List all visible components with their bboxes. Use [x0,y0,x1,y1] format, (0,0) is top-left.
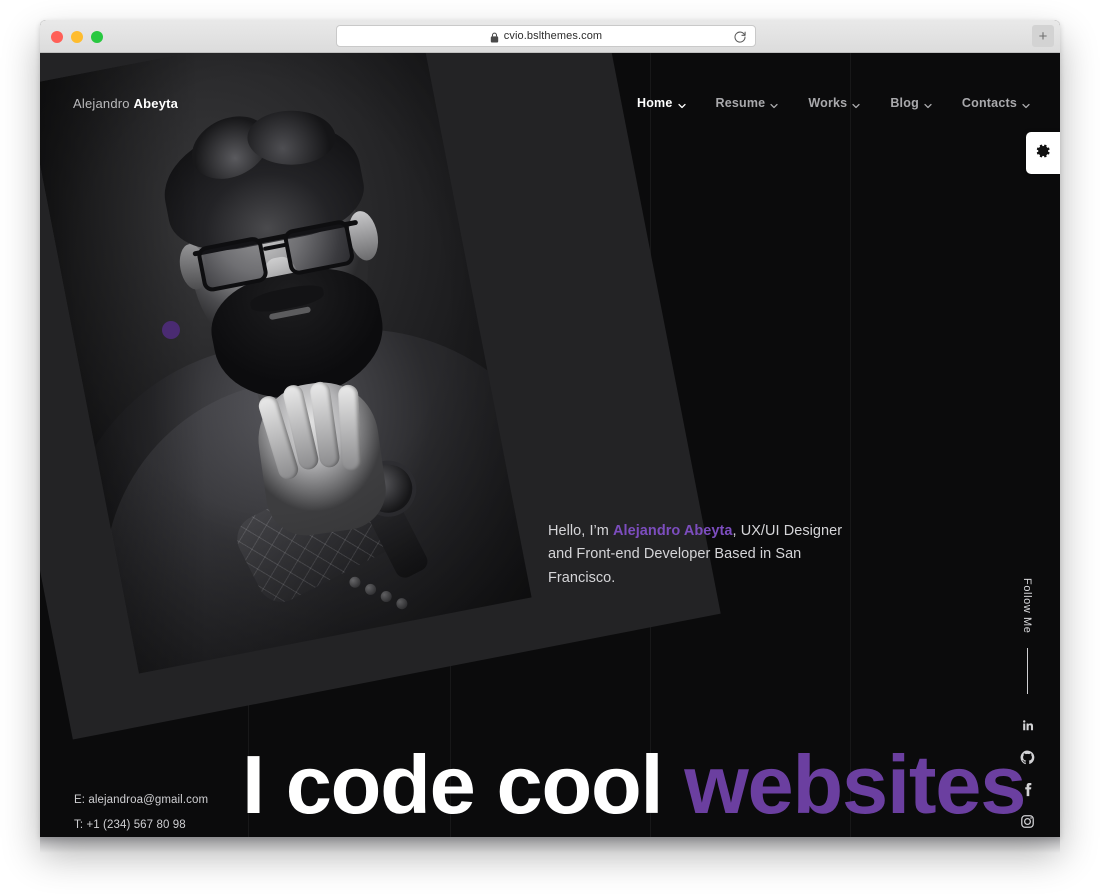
logo-first-name: Alejandro [73,95,130,111]
page-viewport: Alejandro Abeyta Home Resume Works Blog … [40,53,1060,837]
nav-label: Works [808,96,848,110]
reload-icon[interactable] [733,30,747,44]
window-traffic-lights [51,31,103,43]
follow-me-divider [1026,647,1028,694]
gear-icon [1035,143,1051,164]
follow-me-rail: Follow Me [1012,578,1042,830]
browser-titlebar: cvio.bslthemes.com + [40,20,1060,53]
github-icon[interactable] [1019,750,1035,766]
nav-item-blog[interactable]: Blog [890,96,932,110]
window-drop-shadow [40,837,1060,853]
contact-email[interactable]: E: alejandroa@gmail.com [74,794,208,807]
hero-headline: I code cool websites [242,743,1026,826]
headline-plain: I code cool [242,738,685,831]
facebook-icon[interactable] [1019,782,1035,798]
minimize-window-button[interactable] [71,31,83,43]
lock-icon [490,32,499,43]
close-window-button[interactable] [51,31,63,43]
contact-phone[interactable]: T: +1 (234) 567 80 98 [74,819,208,832]
intro-prefix: Hello, I’m [548,523,614,539]
site-logo[interactable]: Alejandro Abeyta [73,96,178,111]
address-bar[interactable]: cvio.bslthemes.com [336,25,756,47]
contact-info: E: alejandroa@gmail.com T: +1 (234) 567 … [74,794,208,837]
chevron-down-icon [677,99,686,109]
chevron-down-icon [770,99,778,109]
linkedin-icon[interactable] [1019,718,1035,734]
main-navigation: Home Resume Works Blog Contacts [637,96,1030,110]
nav-label: Blog [890,96,919,110]
nav-label: Resume [715,96,766,110]
new-tab-label: + [1038,27,1048,45]
instagram-icon[interactable] [1019,814,1035,830]
hero-intro-text: Hello, I’m Alejandro Abeyta, UX/UI Desig… [548,520,868,590]
headline-accent: websites [684,738,1026,831]
intro-name-highlight: Alejandro Abeyta [613,523,733,539]
chevron-down-icon [1022,99,1030,109]
follow-me-label: Follow Me [1021,578,1033,634]
nav-item-resume[interactable]: Resume [716,96,779,110]
nav-label: Contacts [961,96,1017,110]
background-grid-line [850,53,851,837]
chevron-down-icon [852,99,860,109]
nav-label: Home [636,96,673,110]
settings-button[interactable] [1026,132,1060,174]
maximize-window-button[interactable] [91,31,103,43]
browser-window: cvio.bslthemes.com + Alejandro Abeyta Ho… [40,20,1060,837]
site-header: Alejandro Abeyta Home Resume Works Blog … [40,53,1060,153]
new-tab-button[interactable]: + [1032,25,1054,47]
nav-item-works[interactable]: Works [808,96,860,110]
address-bar-text: cvio.bslthemes.com [503,30,603,42]
nav-item-contacts[interactable]: Contacts [962,96,1030,110]
decorative-purple-dot [162,321,180,339]
chevron-down-icon [924,99,932,109]
logo-last-name: Abeyta [133,95,179,111]
nav-item-home[interactable]: Home [637,96,686,110]
